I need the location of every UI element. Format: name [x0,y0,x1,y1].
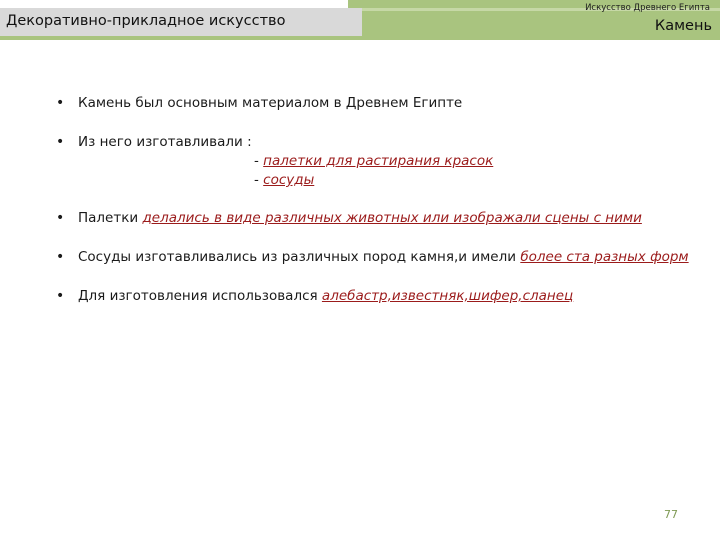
bullet-item: Сосуды изготавливались из различных поро… [56,248,696,267]
bullet-item: Для изготовления использовался алебастр,… [56,287,696,306]
vessels-link[interactable]: сосуды [263,172,314,188]
bullet-text: Камень был основным материалом в Древнем… [78,95,463,111]
page-number: 77 [664,508,678,521]
sub-item-prefix: - [254,172,264,188]
bullet-list: Камень был основным материалом в Древнем… [56,94,696,306]
bullet-text: Для изготовления использовался [78,288,322,304]
palette-shapes-link[interactable]: делались в виде различных животных или и… [142,210,641,226]
vessel-forms-link[interactable]: более ста разных форм [520,249,688,265]
bullet-text: Из него изготавливали : [78,134,252,150]
slide-title: Камень [654,18,712,34]
bullet-text: Сосуды изготавливались из различных поро… [78,249,521,265]
section-title: Декоративно-прикладное искусство [6,13,286,29]
sub-item-vessels: - сосуды [78,171,696,190]
sub-item-palettes: - палетки для растирания красок [78,152,696,171]
bullet-item: Камень был основным материалом в Древнем… [56,94,696,113]
palettes-link[interactable]: палетки для растирания красок [263,153,493,169]
bullet-item: Из него изготавливали : - палетки для ра… [56,133,696,190]
bullet-text: Палетки [78,210,143,226]
materials-link[interactable]: алебастр,известняк,шифер,сланец [322,288,573,304]
slide-subtitle: Искусство Древнего Египта [585,3,710,13]
header-left-underline [0,36,348,40]
bullet-item: Палетки делались в виде различных животн… [56,209,696,228]
sub-item-prefix: - [254,153,264,169]
